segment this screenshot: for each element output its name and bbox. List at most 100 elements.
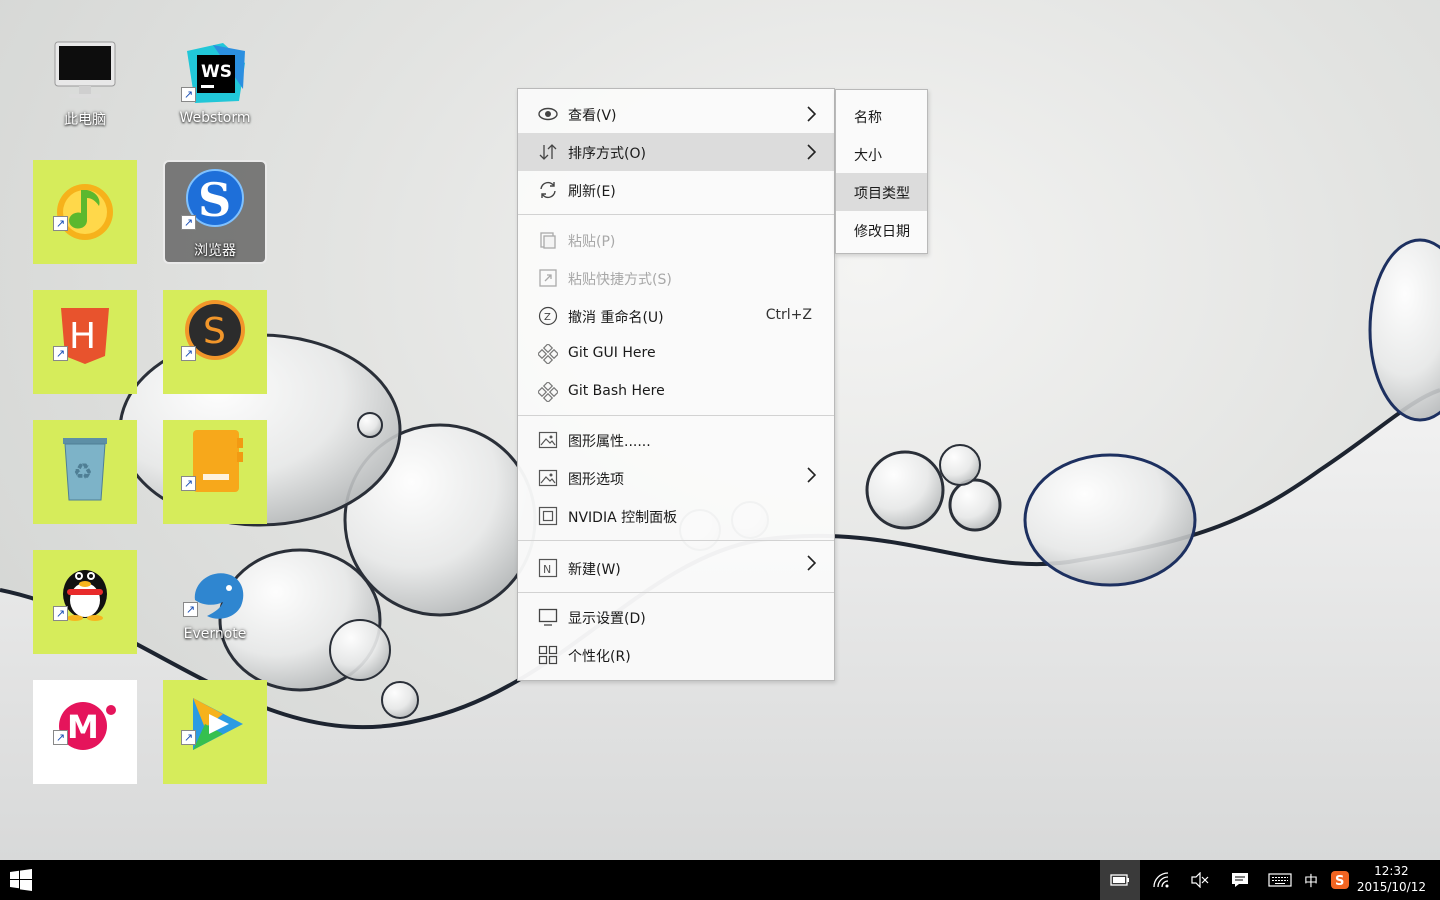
- windows-logo-icon: [10, 869, 32, 891]
- menu-item-personalize[interactable]: 个性化(R): [518, 636, 834, 674]
- desktop-context-menu: 查看(V) 排序方式(O) 刷新(E) 粘贴(P) 粘贴快捷方式(S) Z 撤消…: [517, 88, 835, 681]
- tray-volume-button[interactable]: [1184, 860, 1216, 900]
- desktop-icon-m-app[interactable]: M ↗: [33, 680, 137, 784]
- menu-item-sort-by[interactable]: 排序方式(O): [518, 133, 834, 171]
- menu-item-shortcut: Ctrl+Z: [765, 307, 812, 323]
- menu-item-paste[interactable]: 粘贴(P): [518, 221, 834, 259]
- desktop-icon-evernote[interactable]: ↗ Evernote: [163, 550, 267, 654]
- menu-item-new[interactable]: N 新建(W): [518, 549, 834, 587]
- menu-item-undo-rename[interactable]: Z 撤消 重命名(U) Ctrl+Z: [518, 297, 834, 335]
- shortcut-arrow-icon: ↗: [181, 215, 196, 230]
- menu-item-git-bash[interactable]: Git Bash Here: [518, 373, 834, 411]
- paste-shortcut-icon: [539, 269, 557, 287]
- wifi-icon: [1153, 872, 1169, 888]
- refresh-icon: [540, 181, 556, 199]
- shortcut-arrow-icon: ↗: [181, 346, 196, 361]
- desktop-icon-recycle-bin[interactable]: ♻: [33, 420, 137, 524]
- desktop-icon-video-player[interactable]: ↗: [163, 680, 267, 784]
- ime-indicator: 中: [1304, 874, 1318, 890]
- sort-icon: [539, 144, 557, 160]
- menu-separator: [518, 540, 834, 541]
- menu-item-label: 个性化(R): [568, 649, 631, 665]
- menu-item-view[interactable]: 查看(V): [518, 95, 834, 133]
- svg-text:H: H: [69, 316, 96, 357]
- paste-icon: [540, 232, 556, 249]
- taskbar-clock[interactable]: 12:32 2015/10/12: [1357, 863, 1426, 895]
- tray-ime-button[interactable]: 中: [1300, 860, 1324, 900]
- tray-keyboard-button[interactable]: [1264, 860, 1296, 900]
- taskbar: 中 S 12:32 2015/10/12: [0, 860, 1440, 900]
- nvidia-icon: [538, 506, 558, 526]
- play-icon: [193, 698, 243, 750]
- svg-text:S: S: [203, 311, 226, 352]
- battery-icon: [1110, 874, 1129, 886]
- submenu-item-date-modified[interactable]: 修改日期: [836, 211, 927, 249]
- submenu-item-name[interactable]: 名称: [836, 97, 927, 135]
- desktop-icon-s-app[interactable]: S ↗: [163, 290, 267, 394]
- svg-text:Z: Z: [544, 312, 551, 323]
- menu-item-label: 排序方式(O): [568, 146, 646, 162]
- desktop-icon-browser[interactable]: S ↗ 浏览器: [163, 160, 267, 264]
- tray-battery-button[interactable]: [1100, 860, 1140, 900]
- menu-item-label: 撤消 重命名(U): [568, 310, 664, 326]
- menu-item-label: Git Bash Here: [568, 383, 665, 399]
- chevron-right-icon: [807, 467, 816, 483]
- desktop-icon-qq-music[interactable]: ↗: [33, 160, 137, 264]
- tray-network-button[interactable]: [1146, 860, 1178, 900]
- image-icon: [538, 431, 558, 449]
- desktop-icon-qq[interactable]: ↗: [33, 550, 137, 654]
- clock-time: 12:32: [1374, 864, 1409, 878]
- svg-text:N: N: [543, 563, 551, 576]
- svg-text:S: S: [198, 173, 231, 227]
- menu-item-graphics-properties[interactable]: 图形属性......: [518, 421, 834, 459]
- menu-item-label: 粘贴(P): [568, 234, 616, 250]
- menu-item-label: Git GUI Here: [568, 345, 656, 361]
- desktop-icon-hbuilder[interactable]: H ↗: [33, 290, 137, 394]
- menu-item-label: 新建(W): [568, 562, 621, 578]
- desktop-icon-this-pc[interactable]: 此电脑: [33, 35, 137, 139]
- recycle-bin-icon: ♻: [63, 438, 107, 501]
- shortcut-arrow-icon: ↗: [181, 476, 196, 491]
- m-app-icon: M: [59, 702, 116, 750]
- tray-notifications-button[interactable]: [1224, 860, 1256, 900]
- menu-item-label: 图形属性......: [568, 434, 651, 450]
- tray-sogou-button[interactable]: S: [1328, 860, 1352, 900]
- menu-item-display-settings[interactable]: 显示设置(D): [518, 598, 834, 636]
- chevron-right-icon: [807, 106, 816, 122]
- monitor-icon: [54, 41, 116, 98]
- menu-item-refresh[interactable]: 刷新(E): [518, 171, 834, 209]
- menu-separator: [518, 214, 834, 215]
- git-icon: [538, 382, 558, 402]
- chevron-right-icon: [807, 144, 816, 160]
- menu-item-graphics-options[interactable]: 图形选项: [518, 459, 834, 497]
- git-icon: [538, 344, 558, 364]
- submenu-item-item-type[interactable]: 项目类型: [836, 173, 927, 211]
- menu-item-paste-shortcut[interactable]: 粘贴快捷方式(S): [518, 259, 834, 297]
- chevron-right-icon: [807, 555, 816, 571]
- shortcut-arrow-icon: ↗: [183, 602, 198, 617]
- desktop-icon-webstorm[interactable]: WS ↗ Webstorm: [163, 35, 267, 139]
- icon-label: Webstorm: [179, 110, 251, 126]
- eye-icon: [538, 107, 558, 121]
- message-icon: [1232, 873, 1248, 887]
- shortcut-arrow-icon: ↗: [53, 606, 68, 621]
- svg-text:M: M: [67, 708, 99, 746]
- shortcut-arrow-icon: ↗: [181, 730, 196, 745]
- undo-icon: Z: [538, 306, 558, 326]
- new-icon: N: [538, 558, 558, 578]
- menu-item-label: 查看(V): [568, 108, 617, 124]
- shortcut-arrow-icon: ↗: [181, 87, 196, 102]
- menu-item-nvidia-control-panel[interactable]: NVIDIA 控制面板: [518, 497, 834, 535]
- desktop-icon-notebook[interactable]: ↗: [163, 420, 267, 524]
- menu-item-git-gui[interactable]: Git GUI Here: [518, 335, 834, 373]
- sogou-ime-icon: S: [1331, 871, 1349, 889]
- icon-label: 浏览器: [194, 243, 236, 259]
- svg-text:WS: WS: [201, 62, 232, 82]
- submenu-item-size[interactable]: 大小: [836, 135, 927, 173]
- menu-item-label: 图形选项: [568, 472, 624, 488]
- personalize-icon: [538, 645, 558, 665]
- monitor-icon: [538, 608, 558, 626]
- image-icon: [538, 469, 558, 487]
- shortcut-arrow-icon: ↗: [53, 730, 68, 745]
- start-button[interactable]: [0, 860, 42, 900]
